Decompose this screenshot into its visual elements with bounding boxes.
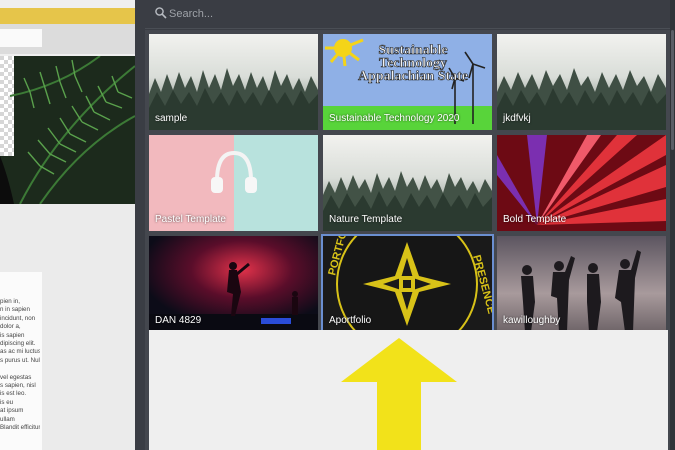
card-title-overlay: Sustainable Technology Appalachian State: [357, 43, 469, 84]
up-arrow-icon: [341, 338, 457, 450]
card-label: Sustainable Technology 2020: [329, 113, 460, 124]
page-preview-pane: pien in, n in sapien incidunt, non dolor…: [0, 0, 135, 450]
template-gallery: sample Sustainable Technology Appalachia…: [145, 30, 670, 450]
card-label: sample: [155, 113, 188, 124]
search-bar: [145, 0, 670, 29]
preview-body-text: pien in, n in sapien incidunt, non dolor…: [0, 298, 40, 432]
template-card-pastel-template[interactable]: Pastel Template: [149, 135, 318, 231]
template-card-sustainable-technology-2020[interactable]: Sustainable Technology Appalachian State…: [323, 34, 492, 130]
pane-divider[interactable]: [135, 0, 145, 450]
card-label: kawilloughby: [503, 315, 561, 326]
template-card-nature-template[interactable]: Nature Template: [323, 135, 492, 231]
card-label: Nature Template: [329, 214, 403, 225]
template-card-bold-template[interactable]: Bold Template: [497, 135, 666, 231]
card-label: jkdfvkj: [503, 113, 531, 124]
preview-accent-bar: [0, 8, 135, 24]
card-label: Aportfolio: [329, 315, 372, 326]
card-label: Pastel Template: [155, 214, 226, 225]
card-label: Bold Template: [503, 214, 567, 225]
card-label: DAN 4829: [155, 315, 202, 326]
template-card-aportfolio[interactable]: PORTFOLIO PRESENCE Aportfolio: [321, 234, 494, 334]
template-card-kawilloughby[interactable]: kawilloughby: [497, 236, 666, 332]
search-icon: [155, 7, 167, 19]
preview-header-box: [0, 29, 42, 47]
preview-fern-image: [0, 56, 135, 204]
template-card-jkdfvkj[interactable]: jkdfvkj: [497, 34, 666, 130]
search-input[interactable]: [169, 3, 649, 25]
scrollbar-thumb[interactable]: [671, 30, 674, 150]
preview-header: [0, 24, 135, 54]
template-card-sample[interactable]: sample: [149, 34, 318, 130]
template-card-dan-4829[interactable]: DAN 4829: [149, 236, 318, 332]
